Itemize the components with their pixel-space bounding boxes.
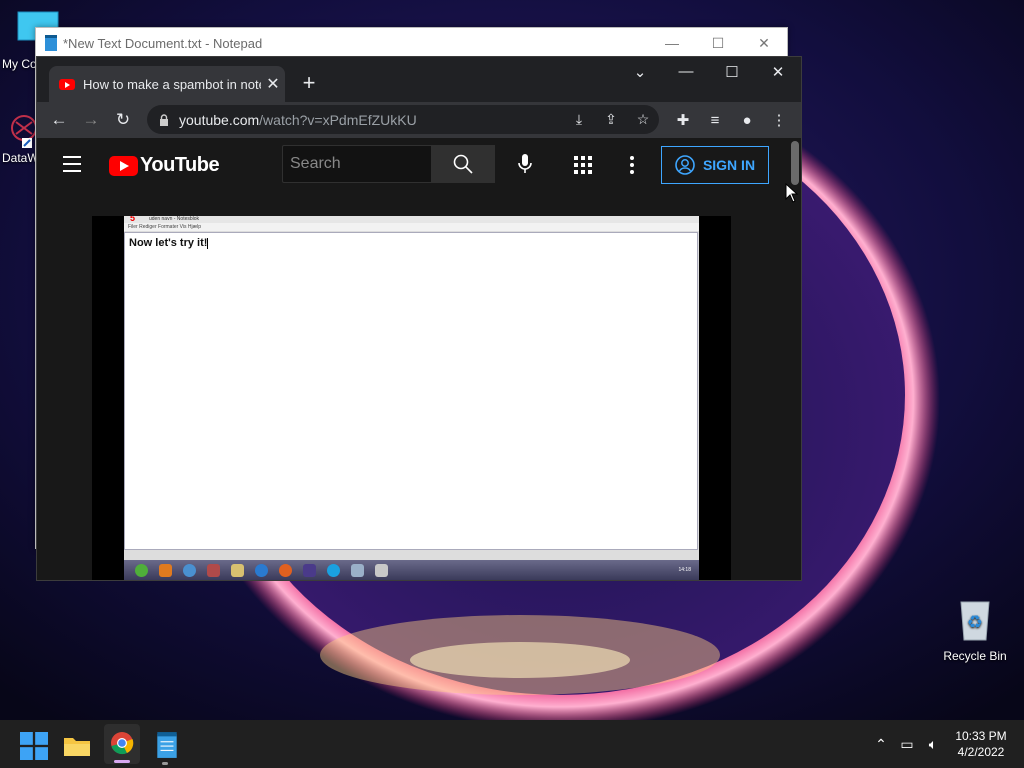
install-app-icon[interactable]: ⤓ [563, 111, 595, 128]
video-frame-number: 5 [130, 216, 136, 223]
chrome-icon [111, 732, 134, 755]
youtube-header: YouTube SIGN IN [37, 138, 801, 194]
video-app-icon [207, 563, 220, 577]
page-content: YouTube SIGN IN 5 [37, 138, 801, 580]
video-app-icon [159, 563, 172, 577]
search-input[interactable] [282, 145, 431, 183]
notepad-title: *New Text Document.txt - Notepad [63, 35, 263, 51]
video-ie-icon [255, 563, 268, 577]
sign-in-button[interactable]: SIGN IN [661, 146, 769, 184]
video-notepad-titlebar: 5 uden navn - Notesblok [124, 216, 699, 223]
notepad-taskbar-icon[interactable] [153, 731, 181, 759]
video-notepad-icon [375, 563, 388, 577]
text-caret [207, 237, 209, 249]
tab-search-button[interactable]: ⌄ [617, 63, 663, 81]
chrome-taskbar-button[interactable] [104, 724, 140, 764]
chrome-minimize-button[interactable]: — [663, 63, 709, 80]
user-circle-icon [675, 155, 695, 175]
desktop-icon-recycle-bin[interactable]: ♻ Recycle Bin [940, 598, 1010, 663]
lock-icon [160, 113, 168, 126]
windows-start-icon[interactable] [20, 732, 48, 760]
video-chrome-icon [183, 563, 196, 577]
sign-in-label: SIGN IN [702, 157, 756, 173]
apps-grid-icon[interactable] [574, 156, 592, 174]
chrome-menu-icon[interactable]: ⋮ [763, 111, 795, 129]
network-icon[interactable]: ▭ [894, 736, 920, 753]
notepad-titlebar[interactable]: *New Text Document.txt - Notepad — ☐ ✕ [36, 28, 787, 58]
youtube-logo[interactable]: YouTube [109, 154, 220, 177]
reload-button[interactable]: ↻ [107, 110, 139, 130]
page-scrollbar-thumb[interactable] [791, 141, 799, 185]
clock-time: 10:33 PM [955, 729, 1007, 743]
voice-search-button[interactable] [511, 150, 539, 178]
tab-title: How to make a spambot in notep [83, 76, 261, 92]
video-clock: 14:18 [678, 567, 691, 573]
extensions-puzzle-icon[interactable]: ✚ [667, 111, 699, 129]
search-icon [453, 154, 473, 174]
microphone-icon [518, 154, 532, 173]
video-player[interactable]: 5 uden navn - Notesblok Filer Rediger Fo… [92, 216, 731, 580]
chrome-window[interactable]: How to make a spambot in notep ✕ + ⌄ — ☐… [36, 56, 802, 581]
video-notepad-title: uden navn - Notesblok [149, 216, 200, 222]
url-host: youtube.com [179, 111, 260, 128]
video-firefox-icon [279, 563, 292, 577]
active-app-indicator [114, 760, 130, 763]
profile-avatar-icon[interactable]: ● [731, 112, 763, 129]
youtube-favicon-icon [59, 78, 75, 90]
hamburger-menu-icon[interactable] [63, 156, 81, 177]
video-notepad-menu: Filer Rediger Formater Vis Hjælp [124, 223, 699, 231]
chevron-up-icon[interactable]: ⌃ [868, 736, 894, 753]
browser-tab-active[interactable]: How to make a spambot in notep ✕ [49, 66, 285, 102]
video-typed-text: Now let's try it! [129, 237, 208, 249]
svg-text:♻: ♻ [967, 612, 983, 633]
media-control-icon[interactable]: ≡ [699, 112, 731, 129]
notepad-icon [45, 35, 57, 51]
video-start-orb-icon [135, 563, 148, 577]
system-tray: ⌃ ▭ 🔈︎ 10:33 PM 4/2/2022 [868, 720, 1024, 768]
notepad-close-button[interactable]: ✕ [741, 35, 787, 52]
search-button[interactable] [431, 145, 495, 183]
notepad-minimize-button[interactable]: — [649, 35, 695, 52]
tab-strip: How to make a spambot in notep ✕ + ⌄ — ☐… [37, 57, 801, 102]
desktop-icon-label: Recycle Bin [943, 649, 1007, 663]
open-app-indicator [162, 762, 168, 765]
forward-button[interactable]: → [75, 110, 107, 130]
mouse-pointer-icon [785, 183, 799, 203]
clock-date: 4/2/2022 [957, 745, 1005, 759]
youtube-logo-text: YouTube [140, 154, 220, 176]
file-explorer-icon[interactable] [63, 732, 91, 760]
taskbar: ⌃ ▭ 🔈︎ 10:33 PM 4/2/2022 [0, 720, 1024, 768]
video-app-icon [303, 563, 316, 577]
back-button[interactable]: ← [43, 110, 75, 130]
youtube-play-icon [109, 155, 138, 176]
notepad-maximize-button[interactable]: ☐ [695, 35, 741, 52]
recycle-bin-icon: ♻ [960, 601, 990, 641]
url-path: /watch?v=xPdmEfZUkKU [259, 111, 417, 128]
new-tab-button[interactable]: + [297, 70, 321, 96]
video-notepad-document: Now let's try it! [124, 232, 698, 550]
more-options-icon[interactable] [626, 152, 638, 178]
video-app-icon [351, 563, 364, 577]
bookmark-star-icon[interactable]: ☆ [627, 111, 659, 128]
share-icon[interactable]: ⇪ [595, 111, 627, 128]
address-bar[interactable]: youtube.com/watch?v=xPdmEfZUkKU ⤓ ⇪ ☆ [147, 105, 659, 134]
video-skype-icon [327, 563, 340, 577]
volume-icon[interactable]: 🔈︎ [920, 736, 946, 753]
video-frame: 5 uden navn - Notesblok Filer Rediger Fo… [124, 216, 699, 580]
chrome-close-button[interactable]: ✕ [755, 63, 801, 81]
video-taskbar: 14:18 [124, 560, 699, 580]
taskbar-clock[interactable]: 10:33 PM 4/2/2022 [946, 728, 1016, 760]
browser-toolbar: ← → ↻ youtube.com/watch?v=xPdmEfZUkKU ⤓ … [37, 102, 801, 138]
video-folder-icon [231, 563, 244, 577]
chrome-maximize-button[interactable]: ☐ [709, 63, 755, 81]
tab-close-icon[interactable]: ✕ [261, 74, 285, 94]
